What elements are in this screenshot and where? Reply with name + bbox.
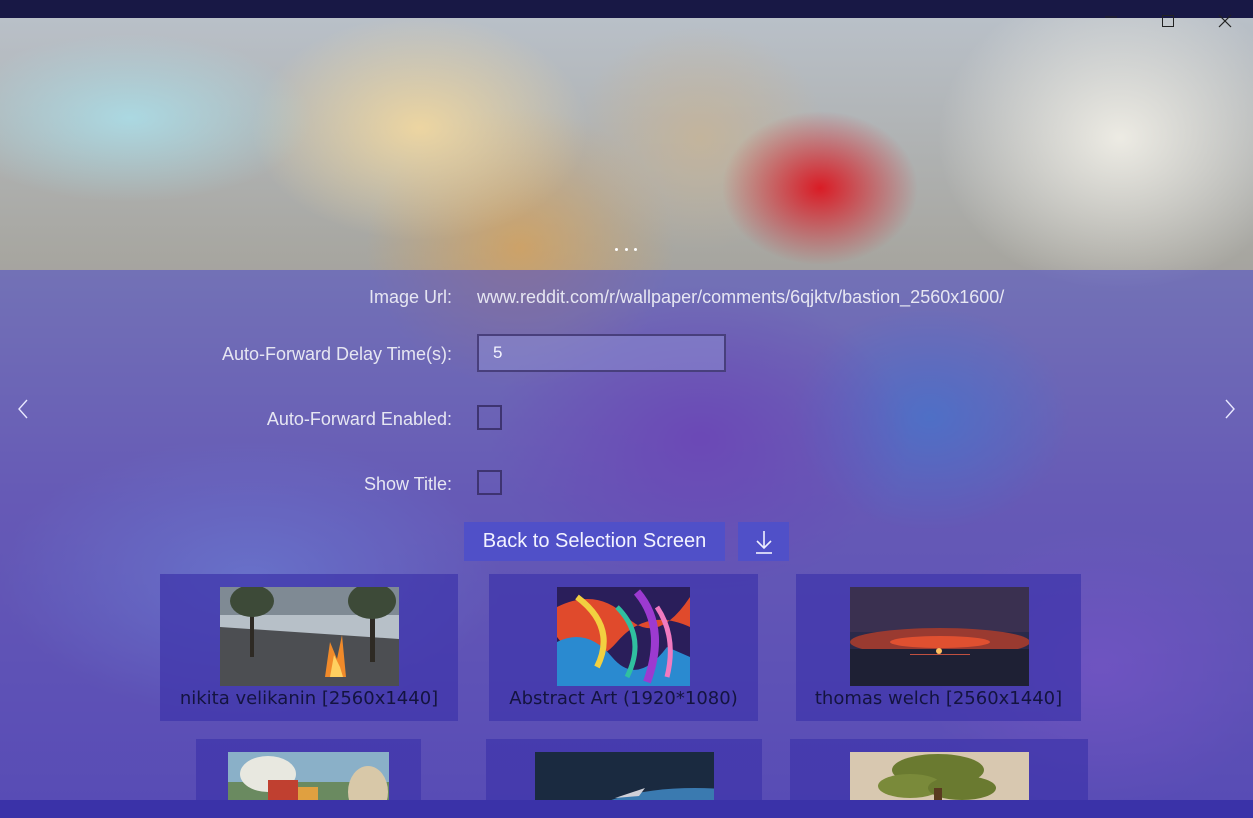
- more-dots-icon: [634, 247, 637, 251]
- gallery-caption: nikita velikanin [2560x1440]: [179, 688, 439, 709]
- minimize-button[interactable]: [1082, 8, 1139, 34]
- close-icon: [1218, 14, 1231, 28]
- bottom-bar: [0, 800, 1253, 818]
- gallery-caption: thomas welch [2560x1440]: [814, 688, 1063, 709]
- title-bar: [0, 0, 1253, 18]
- auto-forward-label: Auto-Forward Enabled:: [266, 409, 452, 429]
- gallery-item[interactable]: Abstract Art (1920*1080): [489, 574, 758, 721]
- more-dots-icon: [624, 247, 628, 251]
- sunset-sea-thumbnail: [850, 587, 1029, 686]
- image-url-value: www.reddit.com/r/wallpaper/comments/6qjk…: [477, 287, 1005, 307]
- gallery-caption: Abstract Art (1920*1080): [509, 688, 738, 709]
- show-title-checkbox[interactable]: [477, 470, 502, 495]
- back-to-selection-button[interactable]: Back to Selection Screen: [464, 522, 725, 561]
- chevron-right-icon: [1225, 399, 1235, 419]
- download-icon: [755, 530, 772, 554]
- more-options-button[interactable]: [611, 240, 641, 258]
- chevron-left-icon: [18, 399, 28, 419]
- window-controls: [1082, 8, 1253, 34]
- delay-label: Auto-Forward Delay Time(s):: [221, 344, 452, 364]
- previous-button[interactable]: [13, 396, 33, 422]
- maximize-button[interactable]: [1139, 8, 1196, 34]
- show-title-label: Show Title:: [363, 474, 452, 494]
- abstract-face-thumbnail: [557, 587, 690, 686]
- delay-input[interactable]: [477, 334, 726, 372]
- image-url-label: Image Url:: [368, 287, 452, 307]
- gallery-item[interactable]: thomas welch [2560x1440]: [796, 574, 1081, 721]
- gallery-item[interactable]: nikita velikanin [2560x1440]: [160, 574, 458, 721]
- next-button[interactable]: [1220, 396, 1240, 422]
- maximize-icon: [1161, 15, 1174, 27]
- download-button[interactable]: [738, 522, 789, 561]
- auto-forward-checkbox[interactable]: [477, 405, 502, 430]
- more-dots-icon: [615, 247, 618, 251]
- lake-campfire-thumbnail: [220, 587, 399, 686]
- minimize-icon: [1104, 16, 1117, 18]
- close-button[interactable]: [1196, 8, 1253, 34]
